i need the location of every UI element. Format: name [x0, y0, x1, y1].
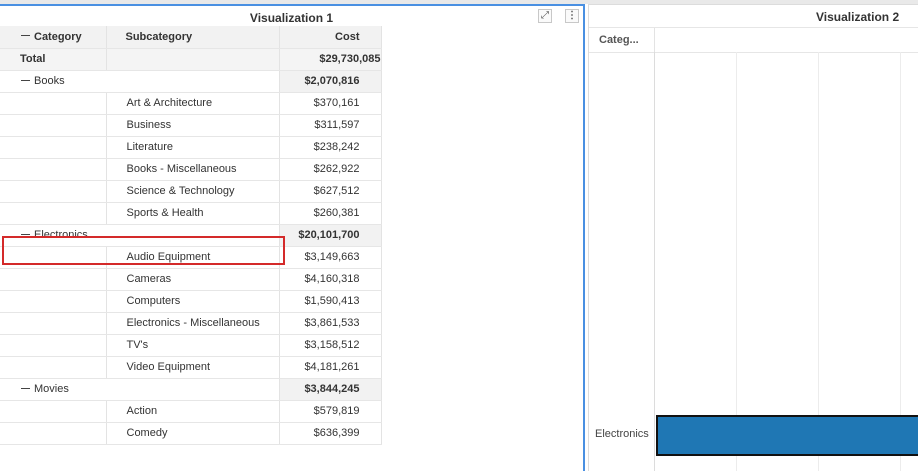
pivot-table: Category Subcategory Cost Total $29,730,…	[0, 26, 382, 445]
table-row[interactable]: Audio Equipment $3,149,663	[0, 246, 382, 269]
visualization-2-header: Categ...	[589, 27, 918, 53]
empty-cell	[0, 158, 107, 181]
visualization-2-title: Visualization 2	[816, 10, 900, 24]
gridline	[818, 52, 819, 471]
column-header-subcategory[interactable]: Subcategory	[106, 26, 280, 49]
empty-cell	[0, 114, 107, 137]
header-divider	[654, 28, 655, 52]
cost-cell: $579,819	[279, 400, 382, 423]
category-label: Electronics	[595, 428, 649, 440]
table-row[interactable]: Books - Miscellaneous $262,922	[0, 158, 382, 181]
empty-cell	[0, 400, 107, 423]
gridline	[900, 52, 901, 471]
visualization-2-panel[interactable]: Visualization 2 Categ... Electronics	[588, 4, 918, 471]
empty-cell	[0, 422, 107, 445]
collapse-icon[interactable]	[21, 79, 30, 81]
table-row[interactable]: Art & Architecture $370,161	[0, 92, 382, 115]
table-row[interactable]: TV's $3,158,512	[0, 334, 382, 357]
table-row[interactable]: Electronics - Miscellaneous $3,861,533	[0, 312, 382, 335]
cost-cell: $636,399	[279, 422, 382, 445]
empty-cell	[0, 246, 107, 269]
collapse-icon[interactable]	[21, 35, 30, 37]
table-row[interactable]: Comedy $636,399	[0, 422, 382, 445]
cost-cell: $260,381	[279, 202, 382, 225]
column-header-category[interactable]: Category	[0, 26, 107, 49]
total-empty-cell	[106, 48, 280, 71]
gridline	[736, 52, 737, 471]
empty-cell	[0, 290, 107, 313]
column-header-category[interactable]: Categ...	[599, 28, 639, 52]
more-vertical-icon[interactable]: ⋮	[565, 9, 579, 23]
subcategory-cell: Computers	[106, 290, 280, 313]
subcategory-cell: Literature	[106, 136, 280, 159]
collapse-icon[interactable]	[21, 387, 30, 389]
subcategory-cell: Science & Technology	[106, 180, 280, 203]
bar-electronics[interactable]	[656, 415, 918, 456]
total-label: Total	[0, 48, 107, 71]
cost-cell: $311,597	[279, 114, 382, 137]
empty-cell	[0, 180, 107, 203]
empty-cell	[0, 92, 107, 115]
empty-cell	[0, 312, 107, 335]
cost-cell: $4,181,261	[279, 356, 382, 379]
subcategory-cell: Action	[106, 400, 280, 423]
group-row-movies[interactable]: Movies $3,844,245	[0, 378, 382, 401]
table-row[interactable]: Business $311,597	[0, 114, 382, 137]
visualization-1-panel[interactable]: Visualization 1 ⤢ ⋮ Category Subcategory…	[0, 4, 585, 471]
cost-cell: $3,158,512	[279, 334, 382, 357]
empty-cell	[0, 136, 107, 159]
table-row[interactable]: Video Equipment $4,181,261	[0, 356, 382, 379]
subcategory-cell: Business	[106, 114, 280, 137]
group-value: $20,101,700	[279, 224, 382, 247]
table-row[interactable]: Literature $238,242	[0, 136, 382, 159]
empty-cell	[0, 268, 107, 291]
category-axis-line	[654, 52, 655, 471]
visualization-1-title: Visualization 1	[249, 11, 334, 25]
subcategory-cell: Cameras	[106, 268, 280, 291]
collapse-icon[interactable]	[21, 233, 30, 235]
cost-cell: $1,590,413	[279, 290, 382, 313]
cost-cell: $627,512	[279, 180, 382, 203]
empty-cell	[0, 334, 107, 357]
table-row[interactable]: Computers $1,590,413	[0, 290, 382, 313]
cost-cell: $370,161	[279, 92, 382, 115]
table-row[interactable]: Cameras $4,160,318	[0, 268, 382, 291]
group-value: $2,070,816	[279, 70, 382, 93]
subcategory-cell: TV's	[106, 334, 280, 357]
empty-cell	[0, 202, 107, 225]
group-cell-books[interactable]: Books	[0, 70, 280, 93]
group-row-books[interactable]: Books $2,070,816	[0, 70, 382, 93]
subcategory-cell: Electronics - Miscellaneous	[106, 312, 280, 335]
group-value: $3,844,245	[279, 378, 382, 401]
empty-cell	[0, 356, 107, 379]
total-row: Total $29,730,085	[0, 48, 382, 71]
cost-cell: $3,149,663	[279, 246, 382, 269]
group-cell-electronics[interactable]: Electronics	[0, 224, 280, 247]
header-row: Category Subcategory Cost	[0, 26, 382, 49]
table-row[interactable]: Sports & Health $260,381	[0, 202, 382, 225]
cost-cell: $262,922	[279, 158, 382, 181]
group-cell-movies[interactable]: Movies	[0, 378, 280, 401]
subcategory-cell: Comedy	[106, 422, 280, 445]
column-header-cost[interactable]: Cost	[279, 26, 382, 49]
cost-cell: $4,160,318	[279, 268, 382, 291]
subcategory-cell: Art & Architecture	[106, 92, 280, 115]
total-value: $29,730,085	[279, 48, 382, 71]
subcategory-cell: Books - Miscellaneous	[106, 158, 280, 181]
subcategory-cell: Audio Equipment	[106, 246, 280, 269]
table-row[interactable]: Action $579,819	[0, 400, 382, 423]
subcategory-cell: Sports & Health	[106, 202, 280, 225]
expand-icon[interactable]: ⤢	[538, 9, 552, 23]
cost-cell: $3,861,533	[279, 312, 382, 335]
subcategory-cell: Video Equipment	[106, 356, 280, 379]
cost-cell: $238,242	[279, 136, 382, 159]
group-row-electronics[interactable]: Electronics $20,101,700	[0, 224, 382, 247]
table-row[interactable]: Science & Technology $627,512	[0, 180, 382, 203]
